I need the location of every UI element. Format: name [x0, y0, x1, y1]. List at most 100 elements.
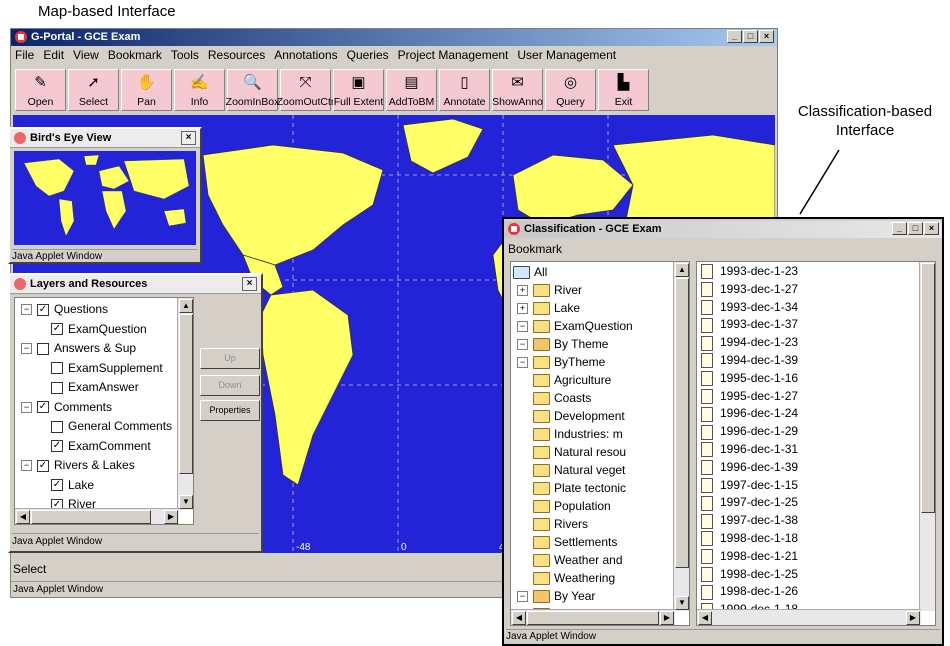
- maximize-button[interactable]: □: [743, 30, 758, 43]
- document-item[interactable]: 1993-dec-1-27: [701, 281, 935, 299]
- tree-node[interactable]: Industries: m: [511, 425, 689, 443]
- category-horizontal-scrollbar[interactable]: ◀ ▶: [511, 609, 675, 625]
- document-item[interactable]: 1994-dec-1-23: [701, 334, 935, 352]
- tree-node[interactable]: Natural veget: [511, 461, 689, 479]
- document-item[interactable]: 1995-dec-1-16: [701, 370, 935, 388]
- tree-node[interactable]: Population: [511, 497, 689, 515]
- document-item[interactable]: 1993-dec-1-23: [701, 263, 935, 281]
- tree-node[interactable]: − By Theme: [511, 335, 689, 353]
- document-item[interactable]: 1995-dec-1-27: [701, 388, 935, 406]
- collapse-toggle-icon[interactable]: −: [21, 460, 32, 472]
- layer-item[interactable]: ✓ Lake: [15, 476, 193, 496]
- layer-checkbox[interactable]: [51, 362, 63, 375]
- document-horizontal-scrollbar[interactable]: ◀ ▶: [697, 609, 921, 625]
- expand-toggle-icon[interactable]: +: [517, 284, 528, 296]
- collapse-toggle-icon[interactable]: −: [517, 320, 528, 332]
- tree-node[interactable]: Development: [511, 407, 689, 425]
- menu-resources[interactable]: Resources: [208, 48, 265, 62]
- showanno-button[interactable]: ✉ ShowAnno: [492, 69, 543, 111]
- menu-bookmark[interactable]: Bookmark: [508, 242, 562, 256]
- tree-node[interactable]: Rivers: [511, 515, 689, 533]
- tree-node[interactable]: Coasts: [511, 389, 689, 407]
- layers-vertical-scrollbar[interactable]: ▲ ▼: [177, 298, 193, 510]
- exit-button[interactable]: ▙ Exit: [598, 69, 649, 111]
- layer-item[interactable]: − ✓ Rivers & Lakes: [15, 456, 193, 476]
- tree-node[interactable]: + Lake: [511, 299, 689, 317]
- scroll-right-arrow-icon[interactable]: ▶: [906, 611, 920, 625]
- document-item[interactable]: 1994-dec-1-39: [701, 352, 935, 370]
- scroll-up-arrow-icon[interactable]: ▲: [675, 263, 689, 277]
- tree-node[interactable]: Plate tectonic: [511, 479, 689, 497]
- info-button[interactable]: ✍ Info: [174, 69, 225, 111]
- document-item[interactable]: 1998-dec-1-21: [701, 548, 935, 566]
- layer-checkbox[interactable]: ✓: [51, 323, 63, 336]
- document-item[interactable]: 1993-dec-1-37: [701, 316, 935, 334]
- layer-checkbox[interactable]: [51, 420, 63, 433]
- layer-item[interactable]: − Answers & Sup: [15, 339, 193, 359]
- zoomoutctr-button[interactable]: ⤧ ZoomOutCtr: [277, 69, 334, 111]
- menu-user-management[interactable]: User Management: [517, 48, 616, 62]
- classification-maximize-button[interactable]: □: [908, 222, 923, 235]
- scroll-h-thumb[interactable]: [31, 510, 151, 524]
- scroll-thumb[interactable]: [921, 263, 935, 513]
- collapse-toggle-icon[interactable]: −: [517, 338, 528, 350]
- tree-node[interactable]: Settlements: [511, 533, 689, 551]
- menu-project-management[interactable]: Project Management: [398, 48, 509, 62]
- layer-item[interactable]: ✓ ExamQuestion: [15, 320, 193, 340]
- layer-item[interactable]: ✓ ExamComment: [15, 437, 193, 457]
- collapse-toggle-icon[interactable]: −: [21, 401, 32, 413]
- layer-item[interactable]: − ✓ Questions: [15, 300, 193, 320]
- document-item[interactable]: 1993-dec-1-34: [701, 299, 935, 317]
- menu-queries[interactable]: Queries: [347, 48, 389, 62]
- birds-eye-map[interactable]: [14, 151, 196, 245]
- menu-file[interactable]: File: [15, 48, 34, 62]
- layer-item[interactable]: − ✓ Comments: [15, 398, 193, 418]
- tree-node[interactable]: Natural resou: [511, 443, 689, 461]
- layer-checkbox[interactable]: ✓: [37, 401, 49, 414]
- birds-eye-close-button[interactable]: ×: [181, 131, 196, 145]
- layer-up-button[interactable]: Up: [200, 348, 260, 369]
- layer-checkbox[interactable]: ✓: [51, 479, 63, 492]
- layer-item[interactable]: ExamAnswer: [15, 378, 193, 398]
- document-item[interactable]: 1998-dec-1-18: [701, 530, 935, 548]
- scroll-down-arrow-icon[interactable]: ▼: [675, 596, 689, 610]
- close-button[interactable]: ×: [759, 30, 774, 43]
- scroll-left-arrow-icon[interactable]: ◀: [512, 611, 526, 625]
- scroll-right-arrow-icon[interactable]: ▶: [660, 611, 674, 625]
- collapse-toggle-icon[interactable]: −: [21, 304, 32, 316]
- document-item[interactable]: 1997-dec-1-15: [701, 477, 935, 495]
- tree-node[interactable]: Weathering: [511, 569, 689, 587]
- tree-node[interactable]: Weather and: [511, 551, 689, 569]
- collapse-toggle-icon[interactable]: −: [517, 590, 528, 602]
- classification-minimize-button[interactable]: _: [892, 222, 907, 235]
- layer-item[interactable]: ExamSupplement: [15, 359, 193, 379]
- scroll-thumb[interactable]: [675, 278, 689, 568]
- document-item[interactable]: 1997-dec-1-25: [701, 494, 935, 512]
- menu-view[interactable]: View: [73, 48, 99, 62]
- scroll-up-arrow-icon[interactable]: ▲: [179, 299, 193, 313]
- layer-checkbox[interactable]: ✓: [37, 459, 49, 472]
- minimize-button[interactable]: _: [727, 30, 742, 43]
- collapse-toggle-icon[interactable]: −: [21, 343, 32, 355]
- category-vertical-scrollbar[interactable]: ▲ ▼: [673, 262, 689, 611]
- document-item[interactable]: 1996-dec-1-39: [701, 459, 935, 477]
- layer-checkbox[interactable]: [51, 381, 63, 394]
- scroll-left-arrow-icon[interactable]: ◀: [16, 510, 30, 524]
- scroll-down-arrow-icon[interactable]: ▼: [179, 495, 193, 509]
- collapse-toggle-icon[interactable]: −: [517, 356, 528, 368]
- layer-checkbox[interactable]: ✓: [37, 303, 49, 316]
- select-button[interactable]: ➚ Select: [68, 69, 119, 111]
- document-vertical-scrollbar[interactable]: [919, 262, 935, 611]
- menu-tools[interactable]: Tools: [171, 48, 199, 62]
- menu-bookmark[interactable]: Bookmark: [108, 48, 162, 62]
- layers-horizontal-scrollbar[interactable]: ◀ ▶: [15, 508, 179, 524]
- pan-button[interactable]: ✋ Pan: [121, 69, 172, 111]
- tree-node[interactable]: − By Year: [511, 587, 689, 605]
- classification-close-button[interactable]: ×: [924, 222, 939, 235]
- scroll-h-thumb[interactable]: [527, 611, 659, 625]
- layer-item[interactable]: General Comments: [15, 417, 193, 437]
- document-item[interactable]: 1998-dec-1-26: [701, 583, 935, 601]
- addtobm-button[interactable]: ▤ AddToBM: [386, 69, 437, 111]
- layer-checkbox[interactable]: ✓: [51, 440, 63, 453]
- full-extent-button[interactable]: ▣ Full Extent: [333, 69, 384, 111]
